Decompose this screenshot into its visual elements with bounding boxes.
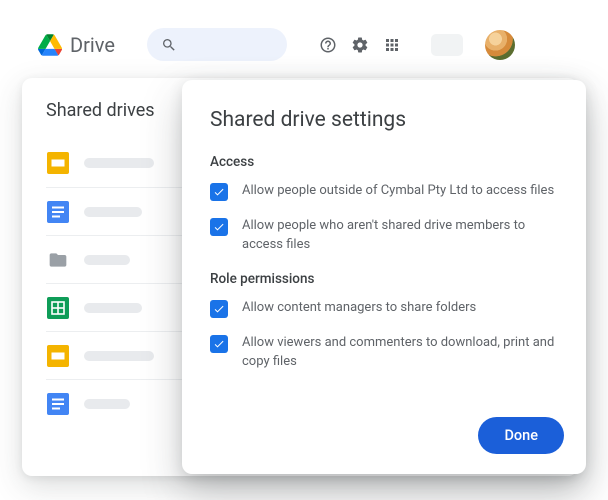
top-icons — [319, 36, 401, 54]
account-chip[interactable] — [431, 34, 463, 56]
search-icon — [161, 37, 177, 53]
option-row[interactable]: Allow viewers and commenters to download… — [210, 334, 558, 372]
top-bar: Drive — [0, 0, 608, 61]
option-row[interactable]: Allow content managers to share folders — [210, 299, 558, 318]
dialog-title: Shared drive settings — [210, 108, 558, 132]
checkbox-checked[interactable] — [210, 335, 228, 353]
docs-icon — [46, 200, 70, 224]
folder-icon — [46, 248, 70, 272]
sheets-icon — [46, 296, 70, 320]
search-input[interactable] — [147, 28, 287, 61]
help-icon[interactable] — [319, 36, 337, 54]
placeholder-line — [84, 399, 130, 409]
option-label: Allow viewers and commenters to download… — [242, 334, 558, 372]
done-button[interactable]: Done — [478, 417, 564, 454]
placeholder-line — [84, 303, 142, 313]
option-label: Allow content managers to share folders — [242, 299, 476, 318]
slides-icon — [46, 344, 70, 368]
slides-icon — [46, 151, 70, 175]
checkbox-checked[interactable] — [210, 183, 228, 201]
option-row[interactable]: Allow people outside of Cymbal Pty Ltd t… — [210, 182, 558, 201]
placeholder-line — [84, 255, 130, 265]
brand-name: Drive — [70, 33, 115, 57]
placeholder-line — [84, 351, 154, 361]
check-icon — [213, 338, 225, 350]
section-heading-roles: Role permissions — [210, 271, 558, 287]
checkbox-checked[interactable] — [210, 300, 228, 318]
option-label: Allow people who aren't shared drive mem… — [242, 217, 558, 255]
apps-icon[interactable] — [383, 36, 401, 54]
option-label: Allow people outside of Cymbal Pty Ltd t… — [242, 182, 554, 201]
settings-icon[interactable] — [351, 36, 369, 54]
checkbox-checked[interactable] — [210, 218, 228, 236]
check-icon — [213, 303, 225, 315]
drive-logo[interactable]: Drive — [38, 33, 115, 57]
check-icon — [213, 186, 225, 198]
docs-icon — [46, 392, 70, 416]
avatar[interactable] — [485, 30, 515, 60]
section-heading-access: Access — [210, 154, 558, 170]
drive-logo-icon — [38, 34, 62, 56]
placeholder-line — [84, 207, 142, 217]
settings-dialog: Shared drive settings Access Allow peopl… — [182, 80, 586, 474]
placeholder-line — [84, 158, 154, 168]
option-row[interactable]: Allow people who aren't shared drive mem… — [210, 217, 558, 255]
check-icon — [213, 221, 225, 233]
